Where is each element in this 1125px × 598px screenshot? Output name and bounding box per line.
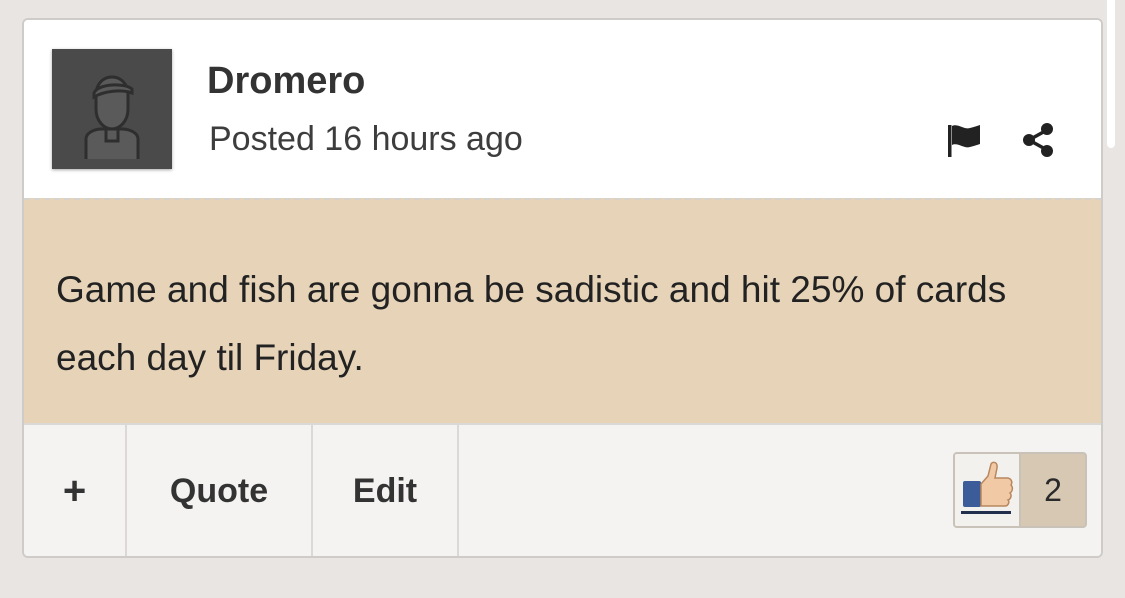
like-reaction-button[interactable]: 2 bbox=[953, 452, 1087, 528]
post-header: Dromero Posted 16 hours ago bbox=[24, 20, 1101, 198]
avatar[interactable] bbox=[52, 49, 172, 169]
post-body: Game and fish are gonna be sadistic and … bbox=[24, 198, 1101, 423]
user-silhouette-icon bbox=[84, 75, 140, 159]
share-icon[interactable] bbox=[1020, 122, 1056, 158]
plus-button[interactable]: + bbox=[24, 425, 127, 556]
post-timestamp: Posted 16 hours ago bbox=[209, 120, 523, 158]
edit-button[interactable]: Edit bbox=[313, 425, 459, 556]
scrollbar[interactable] bbox=[1107, 0, 1115, 148]
thumbs-up-icon bbox=[955, 454, 1021, 526]
post-card: Dromero Posted 16 hours ago Game and fis… bbox=[22, 18, 1103, 558]
post-message: Game and fish are gonna be sadistic and … bbox=[56, 269, 1007, 378]
flag-icon[interactable] bbox=[946, 122, 982, 158]
reaction-count: 2 bbox=[1044, 471, 1062, 508]
author-name[interactable]: Dromero bbox=[207, 60, 365, 103]
post-footer: + Quote Edit 2 bbox=[24, 423, 1101, 556]
quote-button[interactable]: Quote bbox=[127, 425, 313, 556]
